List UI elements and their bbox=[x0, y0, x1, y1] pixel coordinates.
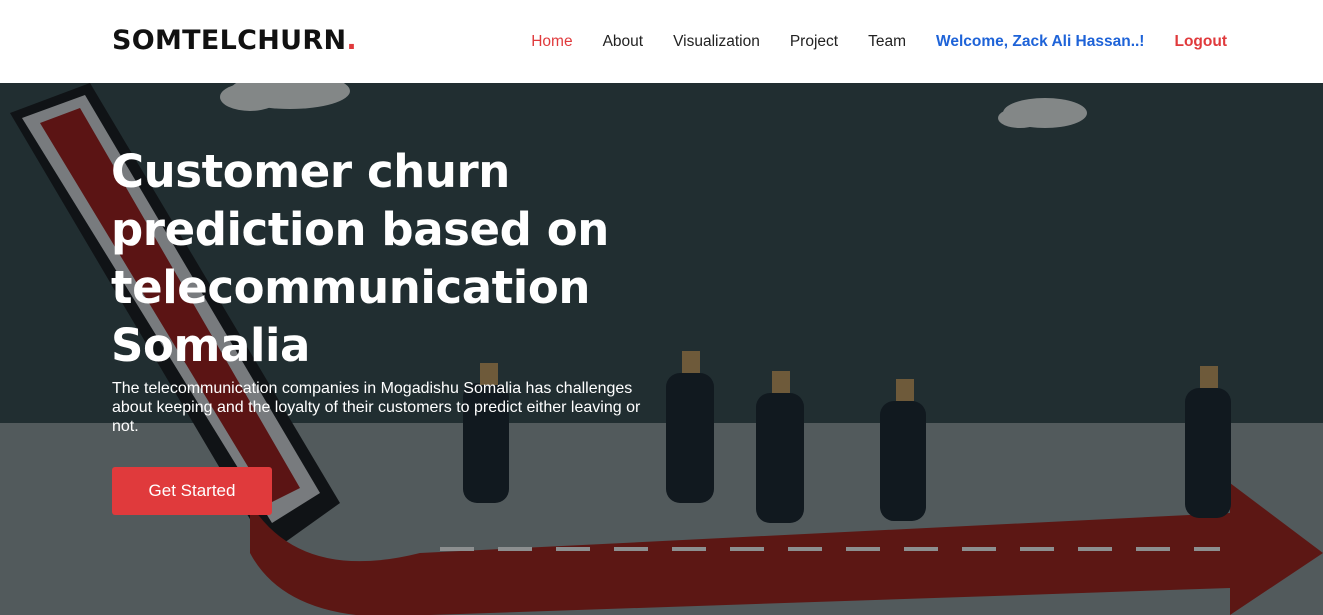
nav-project-link[interactable]: Project bbox=[790, 33, 838, 51]
hero-subtitle: The telecommunication companies in Mogad… bbox=[112, 380, 641, 435]
brand-name: SOMTELCHURN bbox=[112, 25, 347, 56]
brand-logo[interactable]: SOMTELCHURN. bbox=[112, 25, 357, 56]
get-started-button[interactable]: Get Started bbox=[112, 467, 272, 515]
nav-about-link[interactable]: About bbox=[603, 33, 644, 51]
logout-link[interactable]: Logout bbox=[1174, 33, 1227, 51]
hero-title: Customer churn prediction based on telec… bbox=[111, 145, 609, 372]
navbar: SOMTELCHURN. Home About Visualization Pr… bbox=[0, 0, 1323, 83]
brand-dot: . bbox=[346, 25, 357, 56]
hero-section: Customer churn prediction based on telec… bbox=[0, 83, 1323, 615]
nav-team-link[interactable]: Team bbox=[868, 33, 906, 51]
nav-home-link[interactable]: Home bbox=[531, 33, 572, 51]
main-nav: Home About Visualization Project Team We… bbox=[531, 0, 1227, 83]
nav-visualization-link[interactable]: Visualization bbox=[673, 33, 760, 51]
welcome-user-link[interactable]: Welcome, Zack Ali Hassan..! bbox=[936, 33, 1144, 51]
